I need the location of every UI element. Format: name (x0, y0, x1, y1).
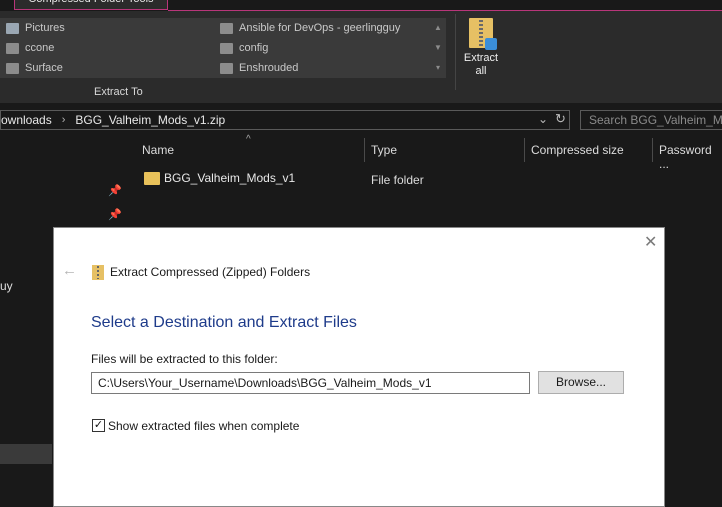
column-header-compressed-size[interactable]: Compressed size (531, 143, 624, 157)
extract-all-button[interactable]: Extract all (460, 16, 502, 82)
dialog-title: Extract Compressed (Zipped) Folders (110, 265, 311, 279)
gallery-item-label: Pictures (25, 22, 65, 34)
nav-item-partial[interactable]: uy (0, 279, 13, 293)
folder-icon (6, 62, 19, 74)
column-divider[interactable] (524, 138, 525, 162)
folder-icon (220, 22, 233, 34)
ribbon-group-label: Extract To (94, 86, 143, 98)
gallery-scroll-up-icon[interactable]: ▲ (432, 18, 444, 38)
gallery-item-label: Ansible for DevOps - geerlingguy (239, 22, 401, 34)
gallery-item-pictures[interactable]: Pictures (6, 18, 65, 38)
gallery-column-left: Pictures ccone Surface (6, 18, 65, 78)
column-header-type[interactable]: Type (371, 143, 397, 157)
gallery-item-label: Enshrouded (239, 62, 299, 74)
refresh-icon[interactable]: ↻ (555, 111, 566, 127)
extract-dialog: ✕ ← Extract Compressed (Zipped) Folders … (53, 227, 665, 507)
gallery-item-ccone[interactable]: ccone (6, 38, 65, 58)
column-header-name[interactable]: Name (142, 143, 174, 157)
pin-icon: 📌 (108, 185, 122, 197)
gallery-column-right: Ansible for DevOps - geerlingguy config … (220, 18, 400, 78)
folder-icon (144, 171, 160, 185)
list-item[interactable]: BGG_Valheim_Mods_v1 (144, 171, 295, 185)
dialog-heading: Select a Destination and Extract Files (91, 314, 357, 331)
close-icon[interactable]: ✕ (644, 232, 657, 252)
list-item-name: BGG_Valheim_Mods_v1 (164, 171, 296, 185)
breadcrumb-downloads[interactable]: ownloads (1, 113, 52, 127)
extract-all-label-2: all (475, 65, 487, 77)
show-files-checkbox[interactable]: ✓ (92, 419, 105, 432)
show-files-checkbox-label[interactable]: Show extracted files when complete (108, 419, 299, 433)
browse-button[interactable]: Browse... (538, 371, 624, 394)
gallery-expand-icon[interactable]: ▾ (432, 58, 444, 78)
back-arrow-icon[interactable]: ← (62, 262, 77, 279)
folder-icon (220, 62, 233, 74)
nav-item-selected[interactable] (0, 444, 52, 464)
gallery-item-config[interactable]: config (220, 38, 400, 58)
sort-ascending-icon: ^ (246, 134, 251, 145)
zip-extract-icon (469, 18, 497, 50)
gallery-scroll-down-icon[interactable]: ▼ (432, 38, 444, 58)
gallery-item-ansible[interactable]: Ansible for DevOps - geerlingguy (220, 18, 400, 38)
destination-path-input[interactable]: C:\Users\Your_Username\Downloads\BGG_Val… (91, 372, 530, 394)
extract-to-gallery: Pictures ccone Surface Ansible for DevOp… (0, 18, 446, 78)
pictures-folder-icon (6, 22, 19, 34)
gallery-item-surface[interactable]: Surface (6, 58, 65, 78)
folder-icon (220, 42, 233, 54)
column-divider[interactable] (652, 138, 653, 162)
destination-label: Files will be extracted to this folder: (91, 352, 278, 366)
gallery-item-label: Surface (25, 62, 63, 74)
search-input[interactable]: Search BGG_Valheim_Mods_v1.zip (580, 110, 722, 130)
gallery-item-label: config (239, 42, 269, 54)
zip-folder-icon (92, 265, 104, 280)
gallery-item-enshrouded[interactable]: Enshrouded (220, 58, 400, 78)
extract-all-label-1: Extract (463, 52, 499, 64)
address-dropdown-icon[interactable]: ⌄ (538, 112, 548, 126)
ribbon-separator (455, 14, 456, 90)
gallery-item-label: ccone (25, 42, 55, 54)
breadcrumb-zip[interactable]: BGG_Valheim_Mods_v1.zip (75, 113, 225, 127)
breadcrumb-chevron-icon[interactable]: › (62, 114, 66, 126)
column-header-password[interactable]: Password ... (659, 143, 722, 171)
tab-compressed-folder-tools[interactable]: Compressed Folder Tools (14, 0, 168, 10)
folder-icon (6, 42, 19, 54)
pin-icon: 📌 (108, 209, 122, 221)
address-bar[interactable]: ownloads › BGG_Valheim_Mods_v1.zip (0, 110, 570, 130)
column-divider[interactable] (364, 138, 365, 162)
list-item-type: File folder (371, 173, 424, 187)
